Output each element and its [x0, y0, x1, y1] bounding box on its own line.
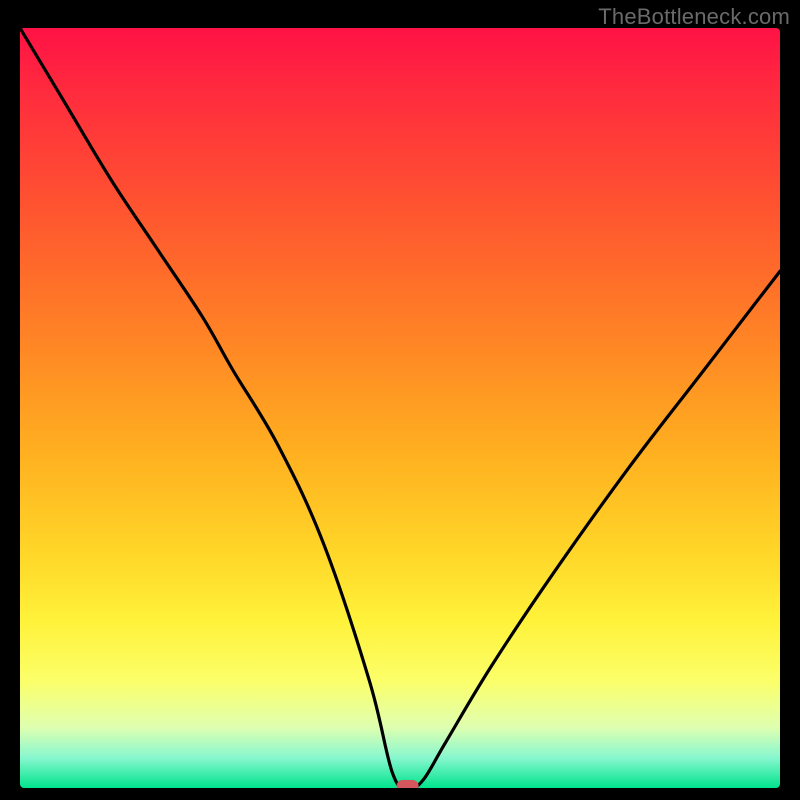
chart-frame: TheBottleneck.com [0, 0, 800, 800]
watermark-text: TheBottleneck.com [598, 4, 790, 30]
curve-layer [20, 28, 780, 788]
min-marker [397, 780, 419, 788]
bottleneck-curve-path [20, 28, 780, 788]
plot-area [20, 28, 780, 788]
